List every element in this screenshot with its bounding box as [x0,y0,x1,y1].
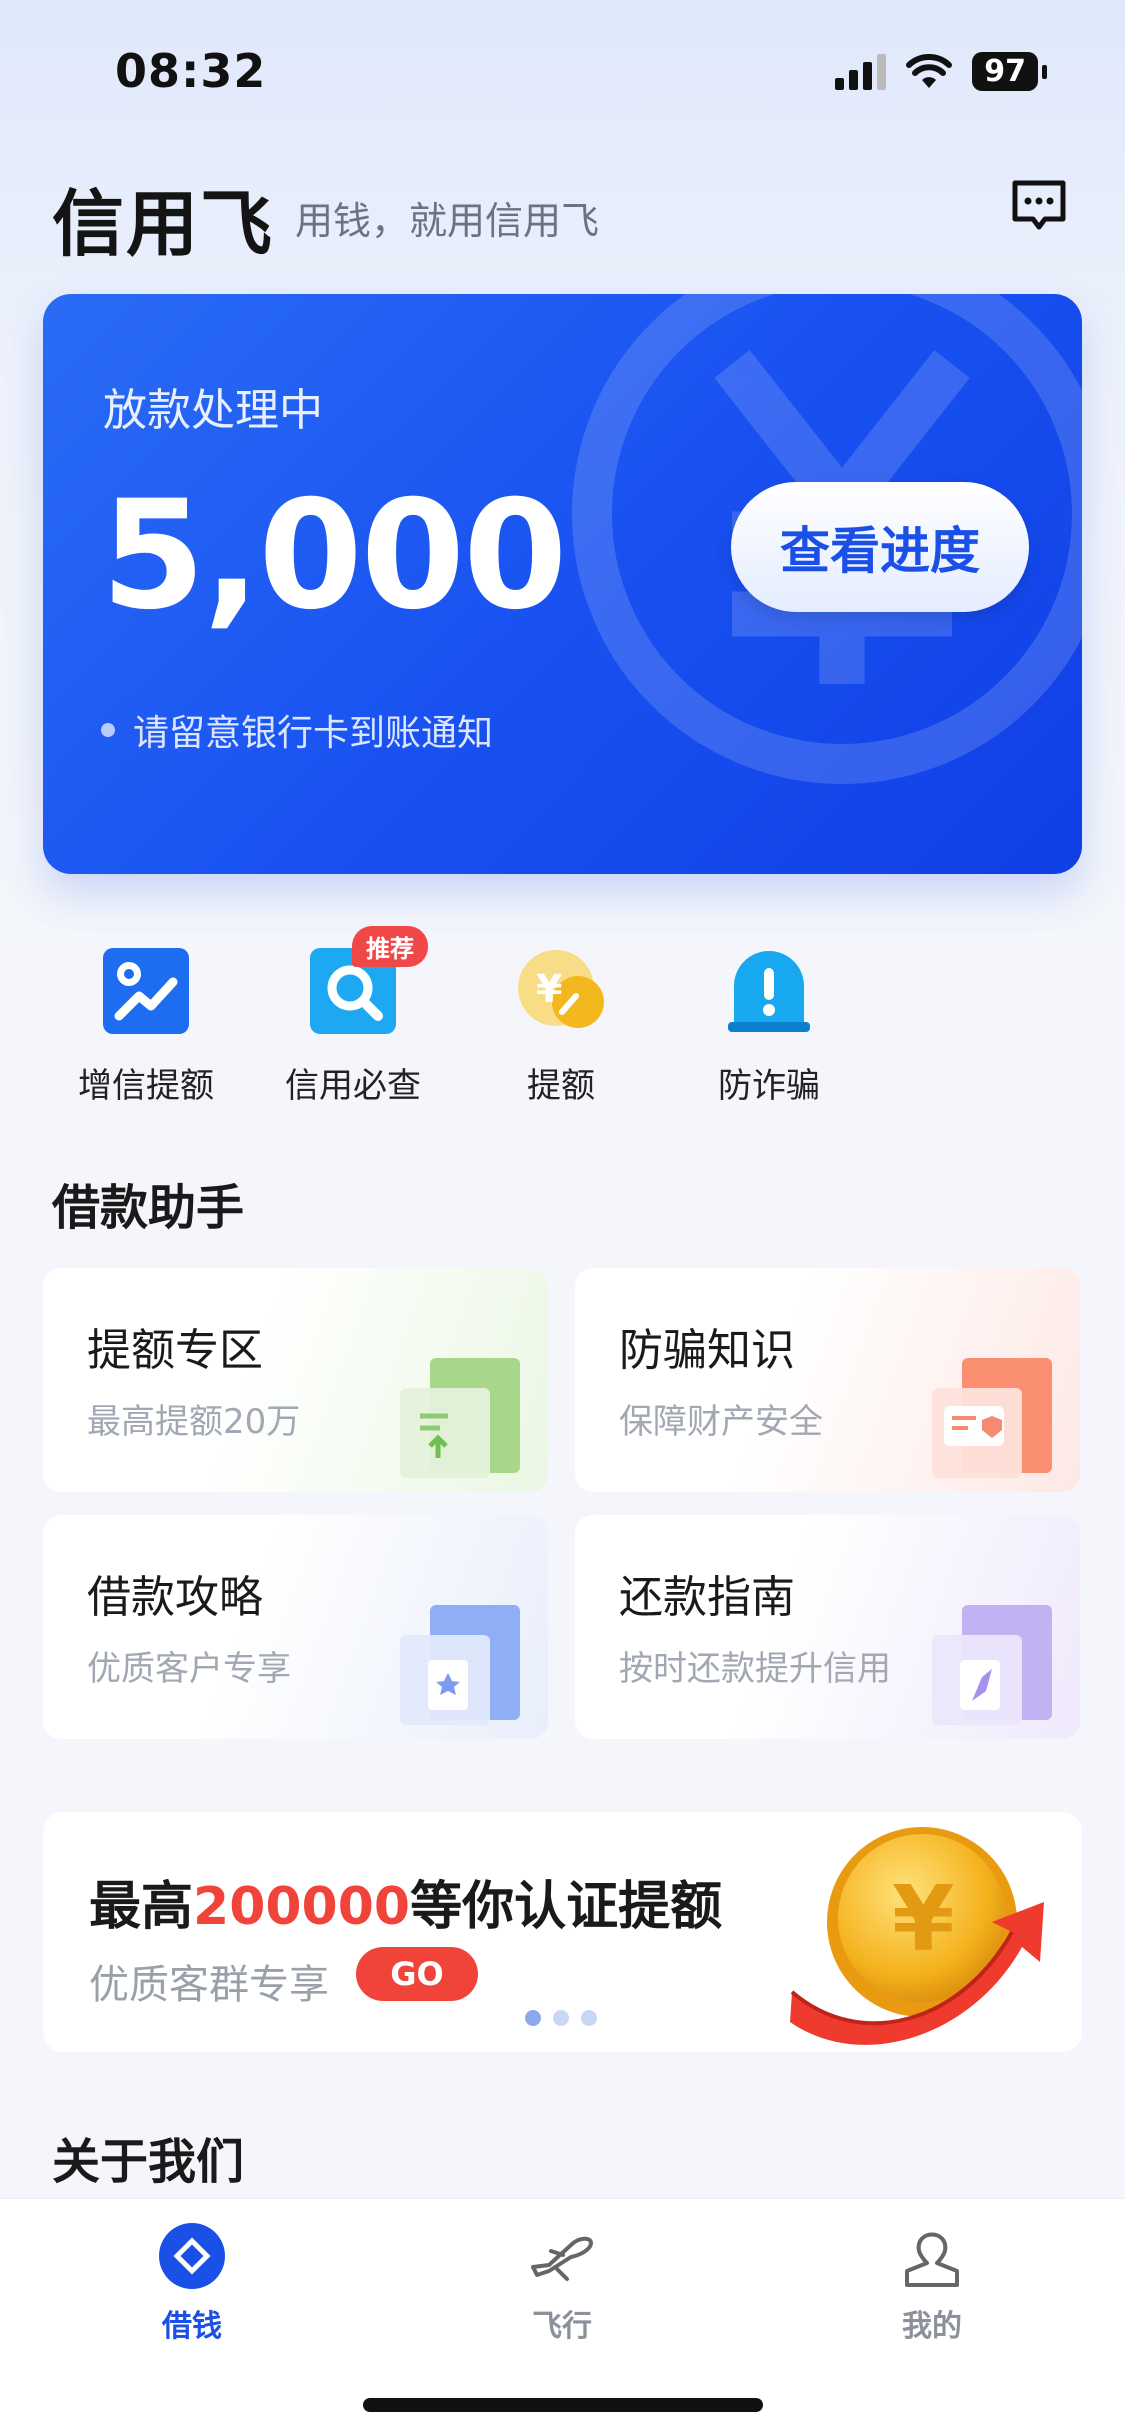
promo-subtitle: 优质客群专享 [89,1962,329,2008]
pager-dot[interactable] [581,2010,597,2026]
svg-text:¥: ¥ [892,1867,955,1972]
quick-action-label: 防诈骗 [718,1066,820,1106]
coin-raise-icon: ¥ [518,950,604,1028]
quick-actions: 增信提额 信用必查 ¥ 提额 防诈骗 [0,940,1125,1120]
helper-card-anti-fraud-knowledge[interactable]: 防骗知识 保障财产安全 [575,1268,1080,1492]
wifi-icon [906,53,953,88]
helper-card-title: 借款攻略 [87,1572,263,1623]
quick-action-raise-limit[interactable]: ¥ 提额 [471,940,651,1107]
promo-banner[interactable]: 最高200000等你认证提额 优质客群专享 GO ¥ [43,1812,1082,2052]
tab-label: 飞行 [532,2309,592,2344]
quick-action-label: 增信提额 [78,1066,214,1106]
app-brand: 信用飞 [52,182,275,266]
promo-title-suffix: 等你认证提额 [410,1877,723,1937]
quick-action-anti-fraud[interactable]: 防诈骗 [679,940,859,1107]
message-icon[interactable] [1009,175,1069,235]
loan-amount: 5,000 [101,469,567,643]
tab-flight[interactable]: 飞行 [482,2221,642,2345]
loan-status-card[interactable]: 放款处理中 5,000 查看进度 请留意银行卡到账通知 [43,294,1082,874]
helper-card-repayment-guide[interactable]: 还款指南 按时还款提升信用 [575,1515,1080,1739]
promo-go-button[interactable]: GO [356,1947,478,2001]
promo-title-prefix: 最高 [89,1877,194,1937]
battery-icon [1042,64,1047,79]
quick-action-credit-boost[interactable]: 增信提额 [56,940,236,1107]
battery-level: 97 [972,52,1038,91]
pager-dot[interactable] [553,2010,569,2026]
banner-pager [525,2010,597,2026]
helper-card-limit-zone[interactable]: 提额专区 最高提额20万 [43,1268,548,1492]
bullet-dot [101,723,115,737]
status-time: 08:32 [115,44,267,98]
helper-card-subtitle: 按时还款提升信用 [619,1649,891,1689]
credit-boost-icon [103,948,189,1034]
alert-bell-icon [728,951,810,1032]
diamond-icon [159,2223,225,2289]
cellular-signal-icon [835,53,887,90]
status-icons: 97 [835,52,1047,91]
helper-section-title: 借款助手 [52,1180,245,1236]
helper-card-subtitle: 最高提额20万 [87,1402,301,1442]
compass-icon [932,1605,1052,1725]
document-upload-icon [400,1358,520,1478]
helper-card-title: 防骗知识 [619,1325,795,1376]
svg-text:¥: ¥ [536,967,562,1011]
promo-title: 最高200000等你认证提额 [89,1864,722,1939]
loan-note: 请留意银行卡到账通知 [101,704,493,756]
star-book-icon [400,1605,520,1725]
helper-card-title: 提额专区 [87,1325,263,1376]
shield-chat-icon [932,1358,1052,1478]
about-section-title: 关于我们 [52,2134,245,2190]
helper-card-loan-guide[interactable]: 借款攻略 优质客户专享 [43,1515,548,1739]
gold-coin-arrow-icon: ¥ [790,1827,1044,2045]
app-slogan: 用钱，就用信用飞 [295,199,600,243]
quick-action-label: 提额 [527,1066,595,1106]
view-progress-button[interactable]: 查看进度 [731,482,1029,612]
person-icon [905,2232,959,2287]
loan-status-text: 放款处理中 [103,385,323,436]
plane-icon [531,2236,593,2281]
quick-action-label: 信用必查 [285,1066,421,1106]
helper-card-title: 还款指南 [619,1572,795,1623]
tab-borrow[interactable]: 借钱 [112,2221,272,2345]
home-indicator[interactable] [363,2398,763,2412]
helper-card-subtitle: 保障财产安全 [619,1402,823,1442]
helper-card-subtitle: 优质客户专享 [87,1649,291,1689]
recommend-badge: 推荐 [352,926,428,967]
tab-label: 借钱 [162,2309,222,2344]
tab-mine[interactable]: 我的 [852,2221,1012,2345]
loan-note-text: 请留意银行卡到账通知 [133,713,494,754]
pager-dot[interactable] [525,2010,541,2026]
promo-title-amount: 200000 [193,1877,411,1937]
tab-label: 我的 [902,2309,962,2344]
